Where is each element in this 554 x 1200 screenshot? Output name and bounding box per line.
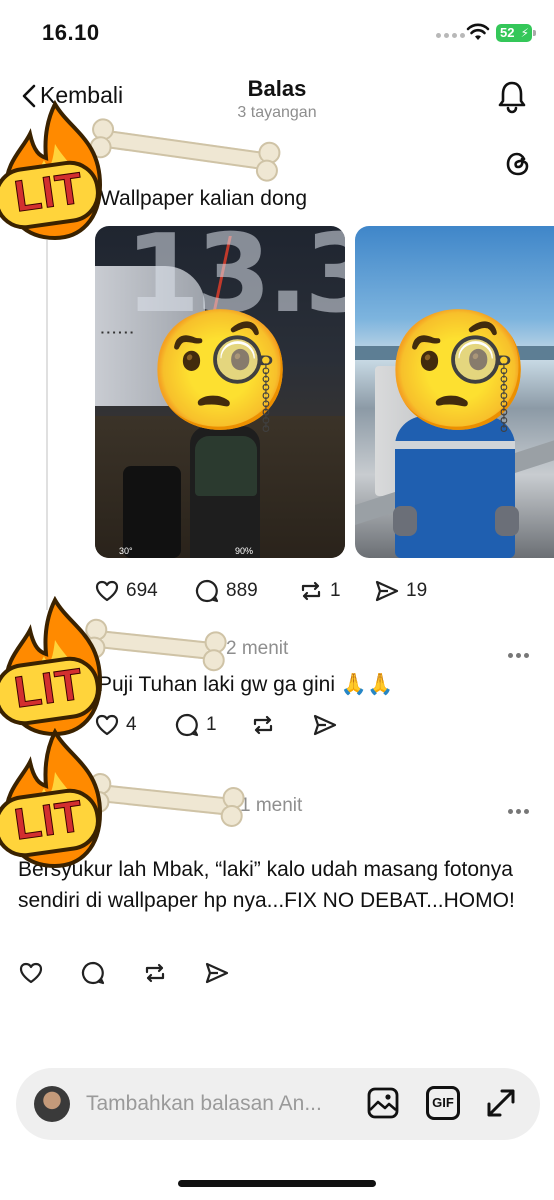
- monocle-face-sticker: 🧐: [147, 305, 294, 437]
- glove-right: [495, 506, 519, 536]
- repost-icon: [145, 963, 165, 983]
- photo-status-right: 90%: [235, 546, 254, 556]
- post-photo-2[interactable]: 🧐: [355, 226, 554, 558]
- bone-sticker: [86, 771, 246, 829]
- status-time: 16.10: [42, 20, 100, 45]
- suitcase: [123, 466, 181, 558]
- coverall-stripe: [395, 441, 515, 449]
- repost-button[interactable]: [250, 712, 312, 738]
- more-icon[interactable]: [508, 645, 534, 658]
- bell-icon[interactable]: [496, 80, 528, 114]
- like-count: 694: [126, 580, 158, 601]
- like-count: 4: [126, 714, 137, 735]
- lit-sticker: LIT: [0, 728, 110, 868]
- repost-button[interactable]: 1: [298, 578, 374, 604]
- status-bar: 16.10 52 ⚡: [0, 0, 554, 64]
- battery-indicator: 52 ⚡: [496, 24, 536, 42]
- photo-status-left: 30°: [119, 546, 133, 556]
- reply-count: 889: [226, 580, 258, 601]
- repost-icon: [253, 715, 273, 735]
- person-shirt: [195, 436, 257, 496]
- comment-button[interactable]: 889: [194, 578, 298, 604]
- thread-line: [46, 240, 48, 610]
- heart-icon: [19, 962, 43, 984]
- share-button[interactable]: [312, 712, 338, 738]
- charging-icon: ⚡: [520, 26, 529, 40]
- home-indicator: [178, 1180, 376, 1187]
- worker-coverall: [395, 416, 515, 558]
- comment-button[interactable]: 1: [174, 712, 250, 738]
- reply1-time: 2 menit: [226, 638, 289, 659]
- comment-icon: [175, 713, 199, 737]
- post-actions: 694 889 1 19: [94, 578, 427, 604]
- like-button[interactable]: [18, 960, 80, 986]
- reply2-time: 1 menit: [240, 795, 303, 816]
- avatar: [34, 1086, 70, 1122]
- comment-icon: [195, 579, 219, 603]
- lit-sticker: LIT: [0, 100, 110, 240]
- expand-icon[interactable]: [484, 1086, 518, 1120]
- repost-icon: [301, 581, 321, 601]
- signal-icon: [436, 33, 465, 38]
- send-icon: [375, 580, 399, 602]
- more-icon[interactable]: [508, 801, 534, 814]
- lit-sticker: LIT: [0, 596, 110, 736]
- post-image-carousel[interactable]: ▪▪▪▪▪▪ 13.35 🧐 30° 90% 🧐: [95, 226, 554, 558]
- post-photo-1[interactable]: ▪▪▪▪▪▪ 13.35 🧐 30° 90%: [95, 226, 345, 558]
- comment-button[interactable]: [80, 960, 142, 986]
- reply1-text: Puji Tuhan laki gw ga gini 🙏🙏: [98, 673, 394, 696]
- send-icon: [205, 962, 229, 984]
- share-button[interactable]: [204, 960, 230, 986]
- threads-icon[interactable]: [505, 150, 531, 178]
- wifi-icon: [466, 23, 490, 40]
- monocle-face-sticker: 🧐: [385, 305, 532, 437]
- image-icon[interactable]: [366, 1086, 400, 1120]
- gif-icon[interactable]: GIF: [426, 1086, 460, 1120]
- comment-icon: [81, 961, 105, 985]
- send-icon: [313, 714, 337, 736]
- reply2-actions: [18, 960, 230, 986]
- battery-level: 52: [500, 25, 515, 40]
- reply-count: 1: [206, 714, 217, 735]
- share-button[interactable]: 19: [374, 578, 427, 604]
- share-count: 19: [406, 580, 428, 601]
- repost-button[interactable]: [142, 960, 204, 986]
- repost-count: 1: [330, 580, 341, 601]
- reply1-actions: 4 1: [94, 712, 338, 738]
- reply-composer[interactable]: Tambahkan balasan An... GIF: [16, 1068, 540, 1140]
- page-title: Balas: [247, 76, 307, 101]
- glove-left: [393, 506, 417, 536]
- post-text: Wallpaper kalian dong: [100, 187, 308, 210]
- reply-input[interactable]: Tambahkan balasan An...: [86, 1092, 322, 1116]
